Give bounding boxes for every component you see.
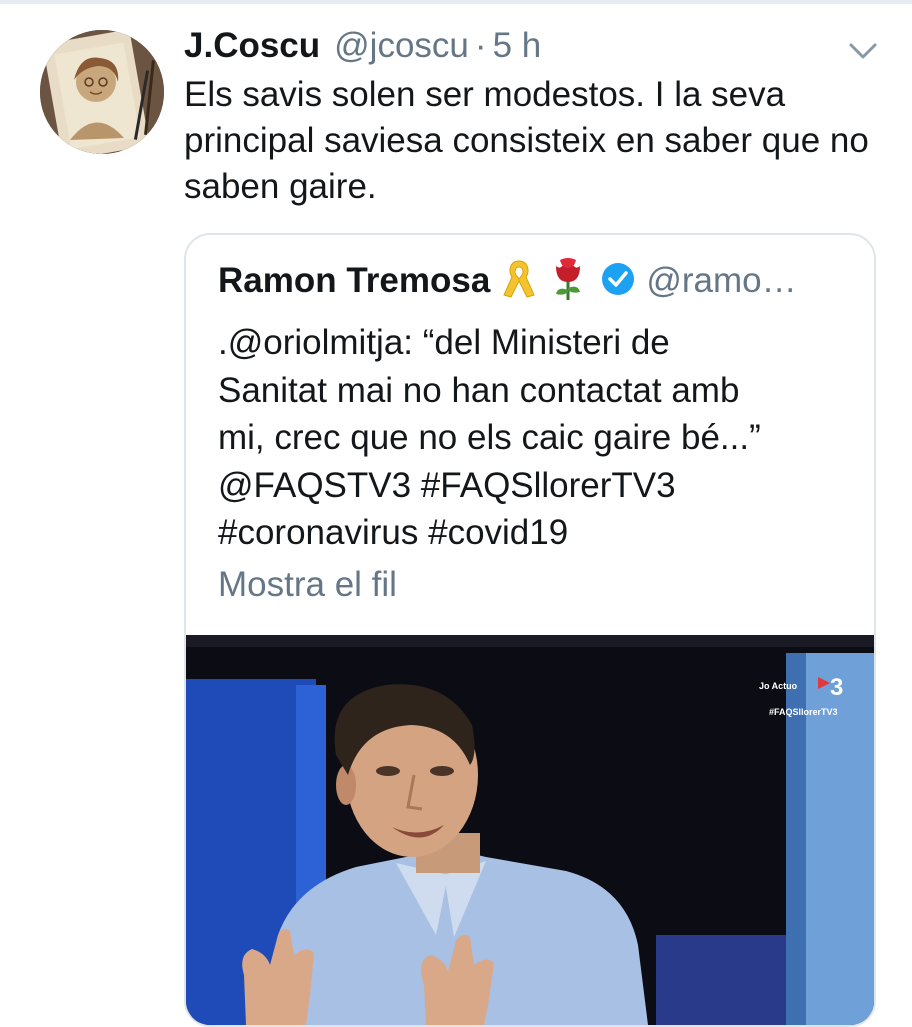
rose-icon (548, 256, 588, 307)
chevron-down-icon[interactable] (846, 36, 880, 64)
quoted-tweet-text: .@oriolmitja: “del Ministeri de Sanitat … (218, 319, 858, 557)
media-overlay-line2: #FAQSllorerTV3 (769, 707, 838, 717)
avatar-drawing (40, 30, 164, 154)
quoted-text-line: mi, crec que no els caic gaire bé...” (218, 418, 761, 457)
quoted-tweet-header: Ramon Tremosa @ramo… (218, 255, 797, 307)
verified-badge-icon (600, 261, 636, 302)
quoted-text-line[interactable]: #coronavirus #covid19 (218, 509, 858, 557)
tweet-header: J.Coscu @jcoscu · 5 h (184, 22, 541, 70)
quoted-text-line: Sanitat mai no han contactat amb (218, 370, 740, 410)
channel-logo: 3 (830, 674, 843, 701)
author-avatar[interactable] (40, 30, 164, 154)
separator-dot: · (474, 26, 487, 65)
top-divider (0, 0, 912, 4)
quoted-text-line[interactable]: @FAQSTV3 #FAQSllorerTV3 (218, 462, 858, 510)
author-name[interactable]: J.Coscu (184, 26, 320, 66)
tweet-timestamp[interactable]: 5 h (493, 26, 542, 66)
quoted-tweet-card[interactable]: Ramon Tremosa @ramo… .@oriolmitja: “del (184, 233, 876, 1027)
yellow-ribbon-icon (502, 257, 536, 306)
tweet-text: Els savis solen ser modestos. I la seva … (184, 75, 869, 206)
show-thread-link[interactable]: Mostra el fil (218, 565, 397, 605)
quoted-author-name: Ramon Tremosa (218, 261, 491, 300)
quoted-tweet-media[interactable]: Jo Actuo #FAQSllorerTV3 3 (186, 635, 874, 1025)
quoted-text-line: .@oriolmitja: “del Ministeri de (218, 323, 670, 362)
media-overlay-line1: Jo Actuo (759, 681, 798, 691)
quoted-author-handle: @ramo… (646, 261, 797, 300)
author-handle[interactable]: @jcoscu (334, 26, 469, 66)
